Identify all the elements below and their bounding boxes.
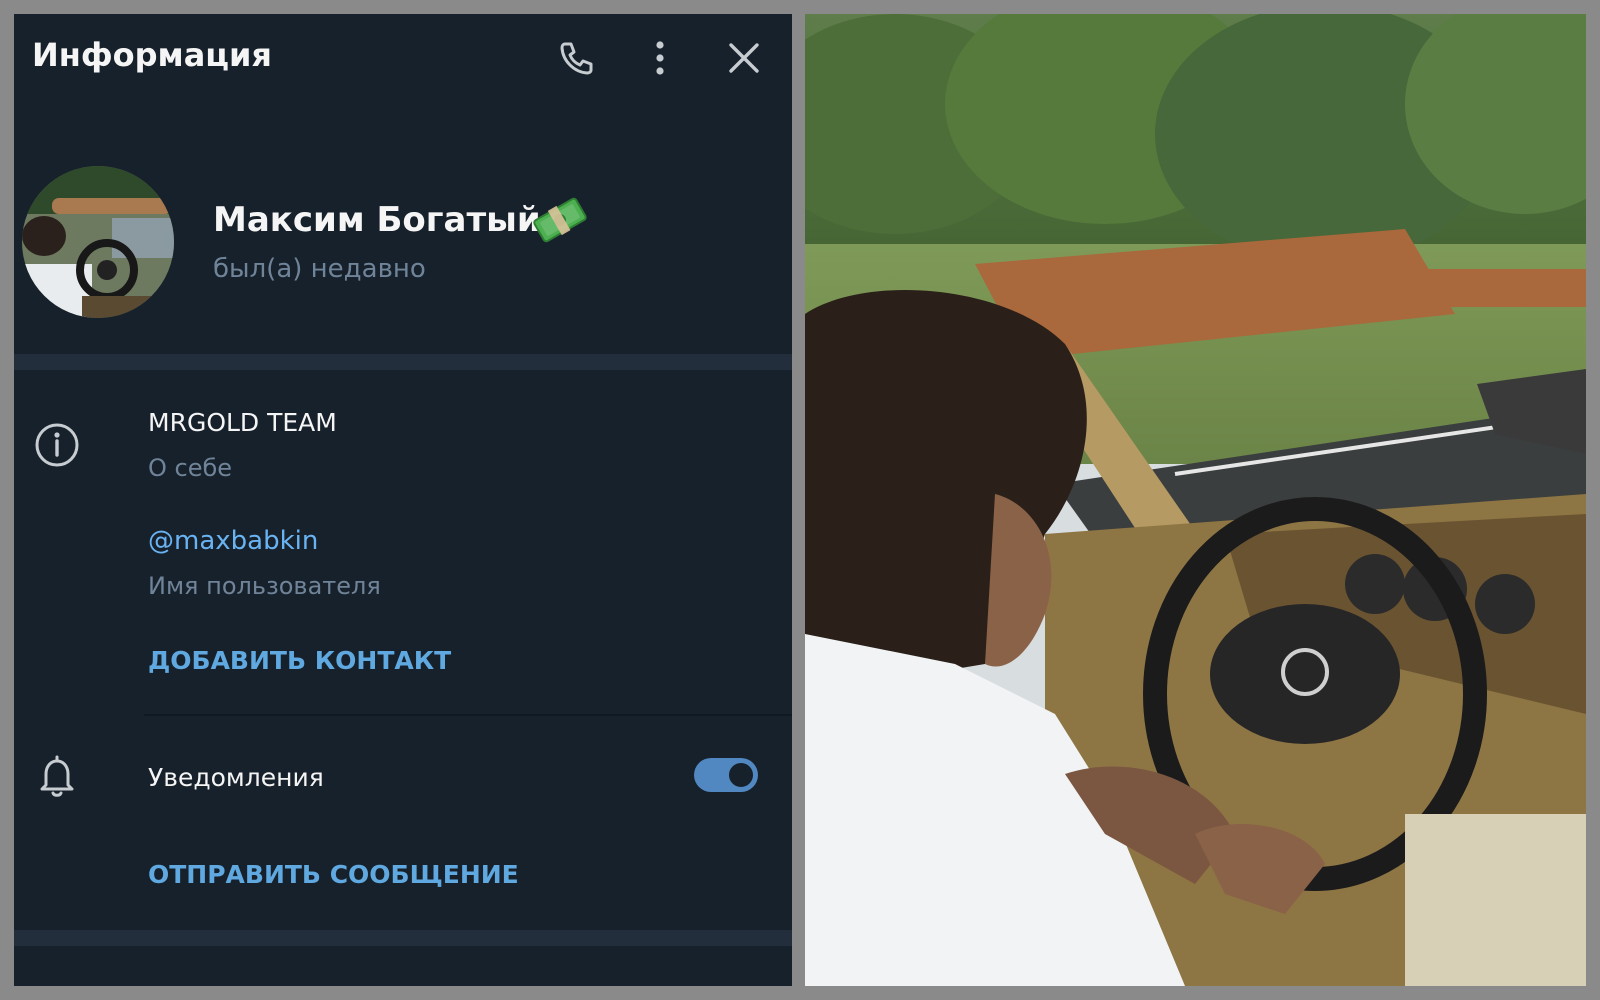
notifications-label: Уведомления (148, 763, 324, 792)
avatar[interactable] (22, 166, 174, 318)
profile-status: был(а) недавно (213, 254, 426, 284)
profile-name: Максим Богатый (213, 200, 541, 240)
close-icon[interactable] (722, 36, 766, 80)
panel-header: Информация (14, 14, 792, 102)
profile-block: Максим Богатый был(а) недавно (14, 114, 792, 354)
phone-icon[interactable] (554, 36, 598, 80)
more-vertical-icon[interactable] (638, 36, 682, 80)
toggle-knob (726, 760, 756, 790)
username-link[interactable]: @maxbabkin (148, 526, 318, 556)
row-divider (144, 714, 792, 716)
bio-value: MRGOLD TEAM (148, 408, 337, 437)
section-divider-bottom (14, 930, 792, 946)
profile-info-panel: Информация Максим Богатый был(а) недавно… (14, 14, 792, 986)
username-label: Имя пользователя (148, 572, 381, 600)
section-divider (14, 354, 792, 370)
add-contact-button[interactable]: ДОБАВИТЬ КОНТАКТ (148, 646, 451, 675)
panel-title: Информация (32, 36, 272, 74)
bell-icon (32, 751, 82, 801)
send-message-button[interactable]: ОТПРАВИТЬ СООБЩЕНИЕ (148, 860, 519, 889)
info-icon (32, 420, 82, 470)
notifications-toggle[interactable] (694, 758, 758, 792)
info-section: MRGOLD TEAM О себе @maxbabkin Имя пользо… (14, 370, 792, 930)
money-bill-emoji-icon (532, 194, 588, 246)
profile-photo-preview (805, 14, 1586, 986)
bio-label: О себе (148, 454, 233, 482)
